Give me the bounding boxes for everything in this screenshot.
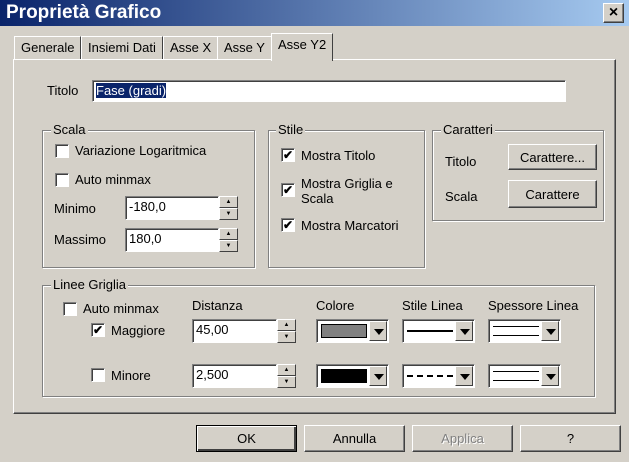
linee-griglia-legend: Linee Griglia [51, 277, 128, 292]
linee-auto-checkbox[interactable] [63, 302, 77, 316]
chevron-down-icon[interactable] [455, 366, 473, 386]
close-button[interactable]: × [603, 3, 624, 23]
dashed-line-icon [407, 375, 453, 377]
mostra-griglia-label-2: Scala [301, 191, 334, 206]
window-title: Proprietà Grafico [6, 2, 162, 23]
maggiore-distanza-spinner[interactable]: ▲ ▼ [277, 319, 296, 343]
chevron-down-icon[interactable] [455, 321, 473, 341]
maggiore-stile-select[interactable] [402, 319, 475, 343]
tab-insiemi-dati[interactable]: Insiemi Dati [81, 36, 163, 59]
thin-line-icon [493, 326, 539, 336]
applica-button[interactable]: Applica [412, 425, 513, 452]
mostra-griglia-label: Mostra Griglia e [301, 176, 393, 191]
maggiore-label: Maggiore [111, 323, 166, 338]
linee-auto-label: Auto minmax [83, 301, 159, 316]
minore-distanza-input[interactable]: 2,500 [192, 364, 277, 388]
titolo-value: Fase (gradi) [96, 83, 167, 98]
stile-linea-header: Stile Linea [402, 298, 463, 313]
tab-asse-x[interactable]: Asse X [163, 36, 219, 59]
massimo-label: Massimo [54, 232, 107, 247]
caratteri-legend: Caratteri [441, 122, 495, 137]
maggiore-distanza-input[interactable]: 45,00 [192, 319, 277, 343]
ok-button[interactable]: OK [196, 425, 297, 452]
minimo-input[interactable]: -180,0 [125, 196, 219, 220]
minore-spessore-select[interactable] [488, 364, 561, 388]
minore-label: Minore [111, 368, 151, 383]
mostra-marcatori-label: Mostra Marcatori [301, 218, 399, 233]
chevron-down-icon[interactable] [541, 321, 559, 341]
minimo-spinner[interactable]: ▲ ▼ [219, 196, 238, 220]
minimo-label: Minimo [54, 201, 96, 216]
mostra-titolo-label: Mostra Titolo [301, 148, 376, 163]
carattere-scala-button[interactable]: Carattere [508, 180, 597, 208]
distanza-header: Distanza [192, 298, 243, 313]
help-button[interactable]: ? [520, 425, 621, 452]
minore-checkbox[interactable] [91, 368, 105, 382]
maggiore-checkbox[interactable]: ✔ [91, 323, 105, 337]
chevron-down-icon[interactable] [369, 321, 387, 341]
stile-legend: Stile [276, 122, 306, 137]
minore-stile-select[interactable] [402, 364, 475, 388]
mostra-griglia-checkbox[interactable]: ✔ [281, 183, 295, 197]
minore-colore-swatch [321, 369, 367, 383]
spessore-linea-header: Spessore Linea [488, 298, 579, 313]
minore-distanza-spinner[interactable]: ▲ ▼ [277, 364, 296, 388]
maggiore-colore-swatch [321, 324, 367, 338]
chevron-down-icon[interactable] [541, 366, 559, 386]
carattere-titolo-button[interactable]: Carattere... [508, 144, 597, 170]
titolo-input[interactable]: Fase (gradi) [92, 80, 566, 102]
maggiore-colore-select[interactable] [316, 319, 389, 343]
solid-line-icon [407, 330, 453, 332]
tab-generale[interactable]: Generale [14, 36, 82, 59]
chevron-down-icon[interactable] [369, 366, 387, 386]
tab-asse-y2[interactable]: Asse Y2 [271, 33, 334, 61]
scala-auto-label: Auto minmax [75, 172, 151, 187]
minore-colore-select[interactable] [316, 364, 389, 388]
massimo-spinner[interactable]: ▲ ▼ [219, 228, 238, 252]
caratteri-scala-label: Scala [445, 189, 478, 204]
scala-legend: Scala [51, 122, 88, 137]
scala-auto-checkbox[interactable] [55, 173, 69, 187]
mostra-marcatori-checkbox[interactable]: ✔ [281, 218, 295, 232]
mostra-titolo-checkbox[interactable]: ✔ [281, 148, 295, 162]
massimo-input[interactable]: 180,0 [125, 228, 219, 252]
annulla-button[interactable]: Annulla [304, 425, 405, 452]
log-label: Variazione Logaritmica [75, 143, 207, 158]
maggiore-spessore-select[interactable] [488, 319, 561, 343]
tab-asse-y[interactable]: Asse Y [217, 36, 272, 59]
title-bar: Proprietà Grafico × [0, 0, 629, 26]
log-checkbox[interactable] [55, 144, 69, 158]
thin-line-icon [493, 371, 539, 381]
caratteri-titolo-label: Titolo [445, 154, 477, 169]
colore-header: Colore [316, 298, 355, 313]
titolo-label: Titolo [47, 83, 79, 98]
